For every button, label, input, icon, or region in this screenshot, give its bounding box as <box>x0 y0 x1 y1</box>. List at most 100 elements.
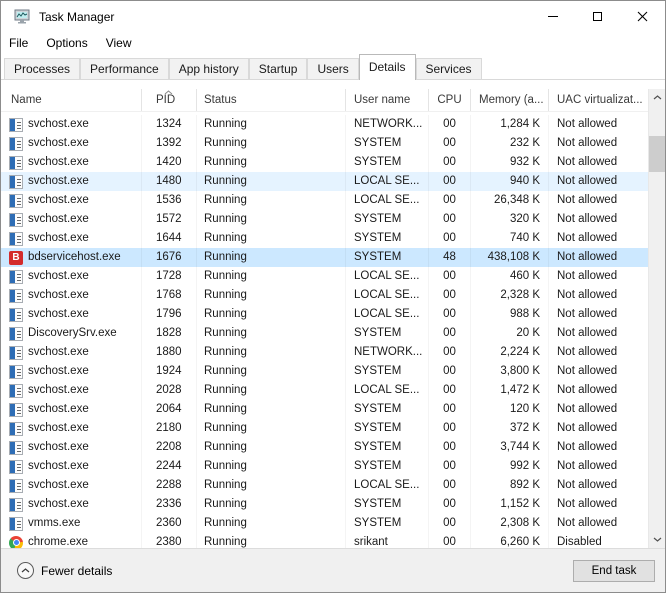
fewer-details-label[interactable]: Fewer details <box>41 564 573 578</box>
process-status: Running <box>197 419 346 438</box>
column-header-row: Name PID Status User name CPU Memory (a.… <box>1 89 665 112</box>
process-status: Running <box>197 343 346 362</box>
generic-process-icon <box>9 346 23 360</box>
process-cpu: 00 <box>429 343 471 362</box>
tab-users[interactable]: Users <box>307 58 358 79</box>
process-name: svchost.exe <box>28 115 89 134</box>
process-name: svchost.exe <box>28 438 89 457</box>
maximize-button[interactable] <box>575 1 620 32</box>
table-row[interactable]: svchost.exe 2064 Running SYSTEM 00 120 K… <box>1 400 665 419</box>
process-cpu: 00 <box>429 153 471 172</box>
tab-processes[interactable]: Processes <box>4 58 80 79</box>
fewer-details-toggle[interactable] <box>17 562 34 579</box>
menu-options[interactable]: Options <box>37 34 96 52</box>
generic-process-icon <box>9 137 23 151</box>
tab-startup[interactable]: Startup <box>249 58 308 79</box>
table-row[interactable]: svchost.exe 2180 Running SYSTEM 00 372 K… <box>1 419 665 438</box>
process-pid: 1728 <box>142 267 197 286</box>
menu-file[interactable]: File <box>9 34 37 52</box>
generic-process-icon <box>9 422 23 436</box>
process-pid: 2360 <box>142 514 197 533</box>
process-cpu: 00 <box>429 438 471 457</box>
chevron-up-icon <box>21 568 30 573</box>
table-row[interactable]: svchost.exe 1880 Running NETWORK... 00 2… <box>1 343 665 362</box>
process-name: svchost.exe <box>28 267 89 286</box>
table-row[interactable]: DiscoverySrv.exe 1828 Running SYSTEM 00 … <box>1 324 665 343</box>
table-row[interactable]: svchost.exe 1572 Running SYSTEM 00 320 K… <box>1 210 665 229</box>
vertical-scrollbar[interactable] <box>648 89 665 548</box>
process-status: Running <box>197 229 346 248</box>
process-name: svchost.exe <box>28 172 89 191</box>
tab-performance[interactable]: Performance <box>80 58 169 79</box>
process-name: chrome.exe <box>28 533 88 548</box>
table-row[interactable]: chrome.exe 2380 Running srikant 00 6,260… <box>1 533 665 548</box>
title-bar: Task Manager <box>1 1 665 32</box>
column-header-cpu[interactable]: CPU <box>429 89 471 111</box>
scrollbar-thumb[interactable] <box>649 136 665 172</box>
process-memory: 20 K <box>471 324 549 343</box>
tab-details[interactable]: Details <box>359 54 416 80</box>
process-user-name: LOCAL SE... <box>346 267 429 286</box>
column-header-memory[interactable]: Memory (a... <box>471 89 549 111</box>
process-name: svchost.exe <box>28 419 89 438</box>
table-row[interactable]: svchost.exe 1420 Running SYSTEM 00 932 K… <box>1 153 665 172</box>
process-cpu: 00 <box>429 210 471 229</box>
end-task-button[interactable]: End task <box>573 560 655 582</box>
column-header-pid[interactable]: PID <box>142 89 197 111</box>
process-status: Running <box>197 115 346 134</box>
column-header-pid-label: PID <box>156 94 175 106</box>
table-row[interactable]: svchost.exe 2288 Running LOCAL SE... 00 … <box>1 476 665 495</box>
process-cpu: 00 <box>429 457 471 476</box>
tab-services[interactable]: Services <box>416 58 482 79</box>
process-pid: 1828 <box>142 324 197 343</box>
generic-process-icon <box>9 517 23 531</box>
bitdefender-icon: B <box>9 251 23 265</box>
tab-app-history[interactable]: App history <box>169 58 249 79</box>
table-row[interactable]: svchost.exe 1728 Running LOCAL SE... 00 … <box>1 267 665 286</box>
scroll-up-button[interactable] <box>649 89 665 106</box>
minimize-button[interactable] <box>530 1 575 32</box>
table-row[interactable]: svchost.exe 1392 Running SYSTEM 00 232 K… <box>1 134 665 153</box>
table-row[interactable]: svchost.exe 1924 Running SYSTEM 00 3,800… <box>1 362 665 381</box>
menu-view[interactable]: View <box>97 34 141 52</box>
process-name: DiscoverySrv.exe <box>28 324 117 343</box>
process-memory: 2,224 K <box>471 343 549 362</box>
table-row[interactable]: svchost.exe 2336 Running SYSTEM 00 1,152… <box>1 495 665 514</box>
column-header-user-name[interactable]: User name <box>346 89 429 111</box>
process-name: svchost.exe <box>28 400 89 419</box>
table-row[interactable]: B bdservicehost.exe 1676 Running SYSTEM … <box>1 248 665 267</box>
generic-process-icon <box>9 289 23 303</box>
process-status: Running <box>197 134 346 153</box>
table-row[interactable]: svchost.exe 2028 Running LOCAL SE... 00 … <box>1 381 665 400</box>
process-status: Running <box>197 324 346 343</box>
column-header-name[interactable]: Name <box>1 89 142 111</box>
table-row[interactable]: svchost.exe 1768 Running LOCAL SE... 00 … <box>1 286 665 305</box>
table-row[interactable]: svchost.exe 1796 Running LOCAL SE... 00 … <box>1 305 665 324</box>
process-memory: 740 K <box>471 229 549 248</box>
table-row[interactable]: svchost.exe 1324 Running NETWORK... 00 1… <box>1 115 665 134</box>
table-row[interactable]: svchost.exe 1480 Running LOCAL SE... 00 … <box>1 172 665 191</box>
process-name: svchost.exe <box>28 229 89 248</box>
table-row[interactable]: svchost.exe 1644 Running SYSTEM 00 740 K… <box>1 229 665 248</box>
process-status: Running <box>197 438 346 457</box>
process-name: svchost.exe <box>28 191 89 210</box>
process-user-name: LOCAL SE... <box>346 305 429 324</box>
generic-process-icon <box>9 460 23 474</box>
table-row[interactable]: vmms.exe 2360 Running SYSTEM 00 2,308 K … <box>1 514 665 533</box>
table-row[interactable]: svchost.exe 2208 Running SYSTEM 00 3,744… <box>1 438 665 457</box>
process-cpu: 00 <box>429 362 471 381</box>
process-memory: 992 K <box>471 457 549 476</box>
process-cpu: 00 <box>429 324 471 343</box>
table-row[interactable]: svchost.exe 1536 Running LOCAL SE... 00 … <box>1 191 665 210</box>
process-memory: 1,284 K <box>471 115 549 134</box>
generic-process-icon <box>9 384 23 398</box>
scrollbar-track[interactable] <box>649 106 665 531</box>
process-cpu: 00 <box>429 286 471 305</box>
close-button[interactable] <box>620 1 665 32</box>
generic-process-icon <box>9 232 23 246</box>
scroll-down-button[interactable] <box>649 531 665 548</box>
process-memory: 1,472 K <box>471 381 549 400</box>
column-header-status[interactable]: Status <box>197 89 346 111</box>
process-user-name: SYSTEM <box>346 229 429 248</box>
table-row[interactable]: svchost.exe 2244 Running SYSTEM 00 992 K… <box>1 457 665 476</box>
